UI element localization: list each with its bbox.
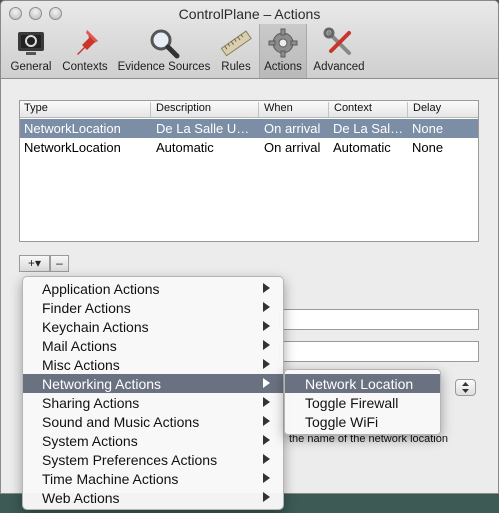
cell-type: NetworkLocation bbox=[24, 121, 121, 136]
remove-action-button[interactable]: – bbox=[50, 255, 69, 272]
window-title: ControlPlane – Actions bbox=[178, 6, 321, 22]
column-header-delay[interactable]: Delay bbox=[409, 102, 479, 117]
submenu-item-label: Toggle WiFi bbox=[305, 414, 379, 430]
toolbar-advanced[interactable]: Advanced bbox=[309, 24, 369, 78]
menu-item-label: Application Actions bbox=[42, 281, 160, 297]
table-row[interactable]: NetworkLocation Automatic On arrival Aut… bbox=[20, 138, 478, 157]
pushpin-icon bbox=[77, 30, 98, 55]
column-header-type[interactable]: Type bbox=[20, 102, 151, 117]
submenu-item-network-location[interactable]: Network Location bbox=[285, 374, 440, 393]
submenu-item-toggle-firewall[interactable]: Toggle Firewall bbox=[285, 393, 440, 412]
toolbar-contexts[interactable]: Contexts bbox=[57, 24, 113, 78]
delay-popup-button[interactable] bbox=[455, 379, 476, 396]
menu-item-label: System Preferences Actions bbox=[42, 452, 218, 468]
submenu-arrow-icon bbox=[263, 492, 270, 502]
submenu-item-label: Toggle Firewall bbox=[305, 395, 399, 411]
menu-item-label: Keychain Actions bbox=[42, 319, 149, 335]
toolbar-label: General bbox=[10, 61, 52, 73]
toolbar-label: Contexts bbox=[62, 61, 108, 73]
cell-delay: None bbox=[412, 140, 444, 155]
menu-item-keychain-actions[interactable]: Keychain Actions bbox=[23, 317, 283, 336]
toolbar-label: Advanced bbox=[313, 61, 365, 73]
toolbar-label: Actions bbox=[264, 61, 302, 73]
column-header-description[interactable]: Description bbox=[152, 102, 259, 117]
submenu-item-toggle-wifi[interactable]: Toggle WiFi bbox=[285, 412, 440, 431]
menu-item-finder-actions[interactable]: Finder Actions bbox=[23, 298, 283, 317]
cell-description: De La Salle U… bbox=[156, 121, 250, 136]
gear-icon bbox=[268, 28, 298, 58]
column-header-when[interactable]: When bbox=[260, 102, 329, 117]
submenu-arrow-icon bbox=[263, 435, 270, 445]
actions-table[interactable]: Type Description When Context Delay Netw… bbox=[19, 100, 479, 242]
menu-item-application-actions[interactable]: Application Actions bbox=[23, 279, 283, 298]
add-action-button[interactable]: +▾ bbox=[19, 255, 50, 272]
toolbar-rules[interactable]: Rules bbox=[215, 24, 257, 78]
submenu-arrow-icon bbox=[263, 473, 270, 483]
submenu-arrow-icon bbox=[263, 397, 270, 407]
submenu-arrow-icon bbox=[263, 359, 270, 369]
titlebar: ControlPlane – Actions General Contexts bbox=[1, 1, 498, 79]
submenu-arrow-icon bbox=[263, 454, 270, 464]
toolbar-label: Evidence Sources bbox=[117, 61, 211, 73]
submenu-item-label: Network Location bbox=[305, 376, 414, 392]
menu-item-label: Time Machine Actions bbox=[42, 471, 179, 487]
toolbar-label: Rules bbox=[221, 61, 251, 73]
submenu-arrow-icon bbox=[263, 283, 270, 293]
toolbar-evidence-sources[interactable]: Evidence Sources bbox=[115, 24, 213, 78]
menu-item-label: Finder Actions bbox=[42, 300, 131, 316]
submenu-arrow-icon bbox=[263, 321, 270, 331]
menu-item-label: Sound and Music Actions bbox=[42, 414, 200, 430]
menu-item-label: System Actions bbox=[42, 433, 138, 449]
toolbar-general[interactable]: General bbox=[7, 24, 55, 78]
menu-item-mail-actions[interactable]: Mail Actions bbox=[23, 336, 283, 355]
menu-item-system-preferences-actions[interactable]: System Preferences Actions bbox=[23, 450, 283, 469]
add-action-menu: Application Actions Finder Actions Keych… bbox=[22, 276, 284, 510]
description-field[interactable] bbox=[279, 309, 479, 330]
updown-arrows-icon bbox=[462, 382, 469, 393]
toolbar-actions[interactable]: Actions bbox=[259, 24, 307, 78]
cell-description: Automatic bbox=[156, 140, 214, 155]
submenu-arrow-icon bbox=[263, 378, 270, 388]
cell-delay: None bbox=[412, 121, 444, 136]
menu-item-label: Networking Actions bbox=[42, 376, 162, 392]
cell-when: On arrival bbox=[264, 140, 321, 155]
menu-item-web-actions[interactable]: Web Actions bbox=[23, 488, 283, 507]
menu-item-misc-actions[interactable]: Misc Actions bbox=[23, 355, 283, 374]
submenu-arrow-icon bbox=[263, 340, 270, 350]
menu-item-sharing-actions[interactable]: Sharing Actions bbox=[23, 393, 283, 412]
menu-item-label: Sharing Actions bbox=[42, 395, 140, 411]
cell-type: NetworkLocation bbox=[24, 140, 121, 155]
menu-item-system-actions[interactable]: System Actions bbox=[23, 431, 283, 450]
menu-item-label: Misc Actions bbox=[42, 357, 120, 373]
cell-when: On arrival bbox=[264, 121, 321, 136]
cell-context: De La Sal… bbox=[333, 121, 404, 136]
cell-context: Automatic bbox=[333, 140, 391, 155]
ruler-icon bbox=[220, 30, 252, 57]
submenu-arrow-icon bbox=[263, 416, 270, 426]
context-field[interactable] bbox=[279, 341, 479, 362]
tools-icon bbox=[323, 27, 351, 55]
table-row[interactable]: NetworkLocation De La Salle U… On arriva… bbox=[20, 119, 478, 138]
menu-item-time-machine-actions[interactable]: Time Machine Actions bbox=[23, 469, 283, 488]
menu-item-label: Web Actions bbox=[42, 490, 120, 506]
menu-item-networking-actions[interactable]: Networking Actions bbox=[23, 374, 283, 393]
networking-actions-submenu: Network Location Toggle Firewall Toggle … bbox=[284, 369, 441, 435]
magnifier-icon bbox=[150, 29, 180, 59]
table-header: Type Description When Context Delay bbox=[20, 101, 478, 118]
monitor-icon bbox=[18, 32, 44, 55]
menu-item-label: Mail Actions bbox=[42, 338, 117, 354]
column-header-context[interactable]: Context bbox=[330, 102, 408, 117]
menu-item-sound-and-music-actions[interactable]: Sound and Music Actions bbox=[23, 412, 283, 431]
submenu-arrow-icon bbox=[263, 302, 270, 312]
